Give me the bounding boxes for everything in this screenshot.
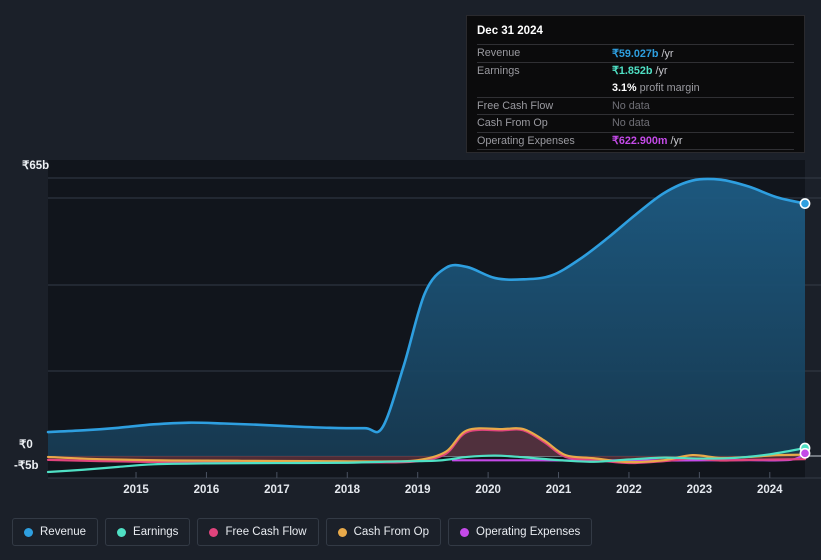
legend-color-dot-icon [460,527,470,537]
legend-item-label: Revenue [40,526,87,538]
tooltip-row: Revenue ₹59.027b /yr [477,44,794,62]
tooltip-row-amount: ₹622.900m [612,135,668,148]
legend-item-label: Operating Expenses [476,526,581,538]
x-axis-label-2021: 2021 [545,484,572,496]
tooltip-bottom-divider [477,149,794,150]
y-axis-label-max: ₹65b [22,160,50,172]
x-axis-label-2017: 2017 [264,484,290,496]
tooltip-row-value: No data [612,117,650,129]
legend-item-label: Free Cash Flow [225,526,307,538]
tooltip-margin-value: 3.1% profit margin [612,82,700,94]
tooltip-row-label: Earnings [477,64,520,77]
tooltip-row: Operating Expenses ₹622.900m /yr [477,131,794,150]
tooltip-date: Dec 31 2024 [477,25,543,37]
tooltip-margin-text: profit margin [636,81,700,94]
tooltip-margin-percent: 3.1% [612,81,637,94]
tooltip-row-amount: ₹59.027b [612,47,659,60]
legend-item-earnings[interactable]: Earnings [105,518,191,546]
tooltip-row-value: ₹59.027b /yr [612,47,674,60]
legend-color-dot-icon [337,527,347,537]
tooltip-row: Free Cash Flow No data [477,96,794,115]
legend-item-label: Earnings [133,526,179,538]
x-axis-label-2018: 2018 [334,484,361,496]
tooltip-row-label: Revenue [477,47,521,60]
financial-chart-widget: ₹65b ₹0 -₹5b 2015 2016 2017 2018 2019 2020 202… [0,0,821,560]
legend-color-dot-icon [24,527,33,537]
endpoint-marker-revenue [799,198,811,209]
x-axis-label-2022: 2022 [616,484,642,496]
x-axis-label-2015: 2015 [123,484,149,496]
x-axis-label-2024: 2024 [756,484,783,496]
tooltip-row-label: Operating Expenses [477,134,575,147]
chart-legend: Revenue Earnings Free Cash Flow Cash From O… [12,518,593,546]
legend-color-dot-icon [209,527,219,537]
tooltip-row-label: Free Cash Flow [477,99,554,112]
legend-item-operating-expenses[interactable]: Operating Expenses [448,518,593,546]
tooltip-row-amount: ₹1.852b [612,65,653,78]
x-axis-label-2023: 2023 [686,484,713,496]
y-axis-label-zero: ₹0 [19,439,33,451]
x-axis-label-2020: 2020 [475,484,501,496]
legend-item-revenue[interactable]: Revenue [12,518,99,546]
tooltip-row-value: ₹1.852b /yr [612,64,667,77]
tooltip-row-label: Cash From Op [477,117,548,130]
chart-tooltip: Dec 31 2024 Revenue ₹59.027b /yr Earnings ₹… [466,15,805,153]
tooltip-rows: Revenue ₹59.027b /yr Earnings ₹1.852b /yr 3.… [477,44,794,150]
x-axis-label-2016: 2016 [193,484,220,496]
legend-item-cash-from-op[interactable]: Cash From Op [325,518,442,546]
tooltip-row-value: ₹622.900m /yr [612,134,683,147]
tooltip-no-data-text: No data [612,117,650,130]
tooltip-no-data-text: No data [612,99,650,112]
tooltip-row: Earnings ₹1.852b /yr [477,61,794,80]
tooltip-row: Cash From Op No data [477,114,794,132]
tooltip-row-value: No data [612,100,650,112]
legend-item-label: Cash From Op [353,526,430,538]
legend-color-dot-icon [117,527,127,537]
tooltip-row-unit: /yr [652,65,668,78]
x-axis-label-2019: 2019 [404,484,431,496]
tooltip-row-unit: /yr [667,135,683,148]
y-axis-label-min: -₹5b [14,460,39,472]
legend-item-free-cash-flow[interactable]: Free Cash Flow [197,518,319,546]
endpoint-marker-operating-expenses [799,447,811,459]
tooltip-row-unit: /yr [658,47,674,60]
tooltip-profit-margin-row: 3.1% profit margin [477,79,794,97]
